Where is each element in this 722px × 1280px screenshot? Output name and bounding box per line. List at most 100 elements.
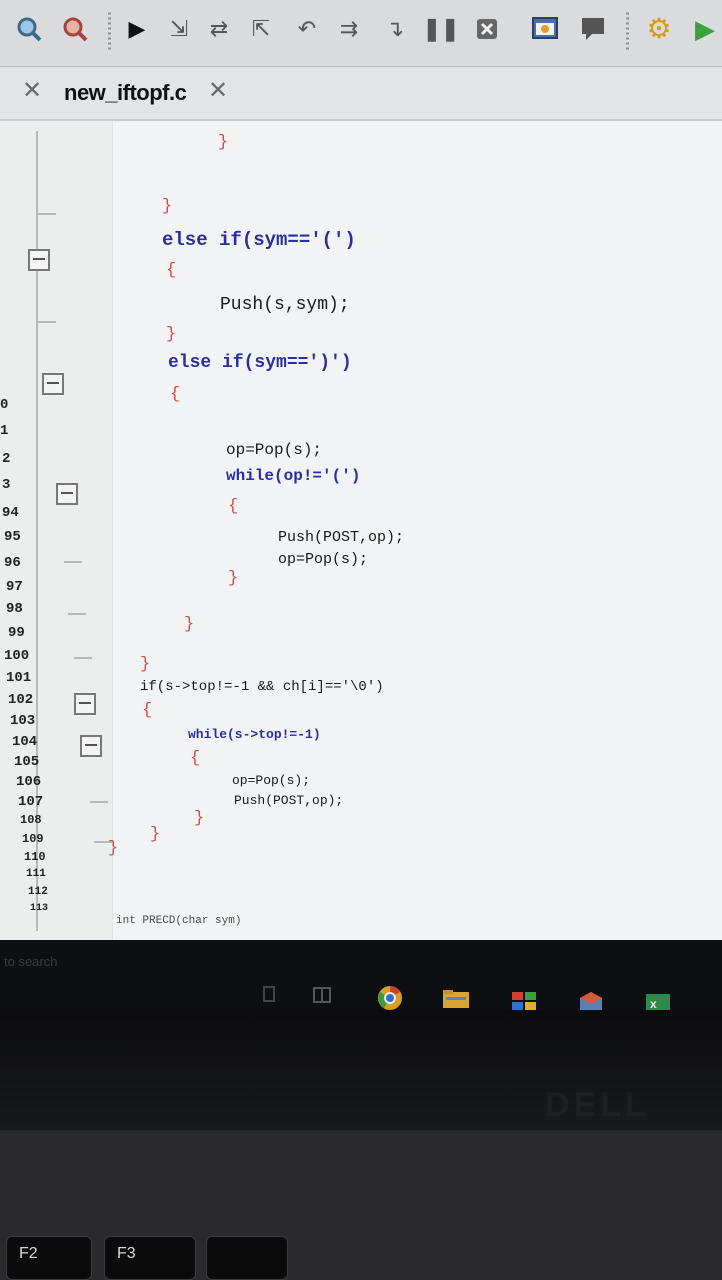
code-line[interactable]: } (108, 839, 118, 858)
svg-text:x: x (650, 997, 657, 1010)
line-number: 95 (4, 529, 21, 545)
task-view-icon[interactable] (258, 984, 284, 1006)
line-number: 107 (18, 794, 44, 810)
taskbar-search-input[interactable]: to search (4, 954, 57, 969)
step-out-icon[interactable]: ⇱ (246, 14, 276, 44)
store-icon[interactable] (510, 990, 536, 1010)
terminal-icon[interactable] (578, 14, 608, 44)
code-line[interactable]: { (166, 261, 176, 280)
code-line[interactable]: while(s->top!=-1) (188, 727, 321, 742)
folder-icon[interactable] (442, 988, 469, 1010)
code-line[interactable]: Push(POST,op); (234, 793, 343, 808)
f2-key[interactable]: F2 (6, 1236, 92, 1280)
line-number: 100 (4, 648, 30, 664)
line-number: 105 (14, 754, 40, 770)
code-line[interactable]: } (166, 325, 176, 344)
code-line[interactable]: op=Pop(s); (226, 441, 322, 459)
pause-icon[interactable]: ❚❚ (423, 14, 460, 44)
line-number: 2 (2, 451, 11, 467)
tab-close-icon[interactable]: ✕ (208, 79, 228, 103)
line-number: 98 (6, 601, 23, 617)
taskbar: to search x (0, 940, 722, 1010)
line-gutter: 0 1 2 3 94 95 96 97 98 99 100 101 102 10… (0, 121, 113, 941)
line-number: 99 (8, 625, 25, 641)
step-icon[interactable]: ↴ (380, 14, 410, 44)
run-icon[interactable]: ▶ (122, 14, 152, 44)
line-number: 106 (16, 774, 42, 790)
line-number: 110 (24, 850, 46, 864)
search-icon[interactable] (14, 14, 44, 44)
code-line[interactable]: Push(POST,op); (278, 529, 404, 546)
stop-icon[interactable] (472, 14, 502, 44)
code-line[interactable]: else if(sym=='(') (162, 229, 356, 251)
line-number: 112 (28, 886, 48, 898)
code-line[interactable]: op=Pop(s); (232, 773, 310, 788)
fold-tick (68, 613, 86, 615)
code-line[interactable]: } (150, 825, 160, 844)
breakpoint-icon[interactable] (530, 14, 560, 44)
line-number: 104 (12, 734, 38, 750)
code-line[interactable]: { (190, 749, 200, 768)
app-icon[interactable] (578, 990, 604, 1010)
fold-collapse-icon[interactable] (28, 249, 50, 271)
fold-collapse-icon[interactable] (42, 373, 64, 395)
code-line[interactable]: else if(sym==')') (168, 353, 352, 373)
fold-tick (38, 213, 56, 215)
line-number: 1 (0, 423, 9, 439)
line-number: 108 (20, 813, 42, 827)
line-number: 94 (2, 505, 19, 521)
code-line[interactable]: } (194, 809, 204, 828)
fold-collapse-icon[interactable] (74, 693, 96, 715)
debug-icon[interactable] (60, 14, 90, 44)
toolbar-grip-2[interactable] (622, 10, 632, 50)
code-line[interactable]: } (218, 133, 228, 152)
code-line[interactable]: { (142, 701, 152, 720)
step-over-icon[interactable]: ⇄ (204, 14, 234, 44)
line-number: 109 (22, 832, 44, 846)
editor-tab-bar: ✕ new_iftopf.c ✕ (0, 67, 722, 121)
toolbar-grip[interactable] (104, 10, 114, 50)
f4-key[interactable] (206, 1236, 288, 1280)
tab-title[interactable]: new_iftopf.c (64, 80, 187, 106)
monitor-screen: ▶ ⇲ ⇄ ⇱ ↶ ⇉ ↴ ❚❚ ⚙ ▶ ✕ new_iftopf.c ✕ 0 … (0, 0, 722, 1010)
line-number: 113 (30, 903, 49, 914)
line-number: 103 (10, 713, 36, 729)
file-manager-icon[interactable] (310, 984, 336, 1006)
code-line[interactable]: while(op!='(') (226, 467, 360, 485)
code-line[interactable]: { (170, 385, 180, 404)
line-number: 0 (0, 397, 9, 413)
fold-tick (90, 801, 108, 803)
f3-key[interactable]: F3 (104, 1236, 196, 1280)
fold-collapse-icon[interactable] (80, 735, 102, 757)
line-number: 111 (26, 868, 46, 880)
line-number: 101 (6, 670, 32, 686)
code-line[interactable]: int PRECD(char sym) (116, 915, 241, 927)
play-icon[interactable]: ▶ (690, 14, 720, 44)
code-line[interactable]: } (228, 569, 238, 588)
fold-collapse-icon[interactable] (56, 483, 78, 505)
code-line[interactable]: if(s->top!=-1 && ch[i]=='\0') (140, 679, 384, 695)
debug-toolbar: ▶ ⇲ ⇄ ⇱ ↶ ⇉ ↴ ❚❚ ⚙ ▶ (0, 0, 722, 67)
code-editor[interactable]: 0 1 2 3 94 95 96 97 98 99 100 101 102 10… (0, 121, 722, 941)
line-number: 96 (4, 555, 21, 571)
line-number: 97 (6, 579, 23, 595)
fold-tick (74, 657, 92, 659)
code-line[interactable]: } (184, 615, 194, 634)
close-icon[interactable]: ✕ (22, 79, 42, 103)
code-line[interactable]: Push(s,sym); (220, 295, 350, 315)
line-number: 102 (8, 692, 34, 708)
continue-icon[interactable]: ⇉ (334, 14, 364, 44)
settings-icon[interactable]: ⚙ (644, 14, 674, 44)
dell-logo: DELL (545, 1086, 650, 1124)
excel-icon[interactable]: x (644, 992, 670, 1010)
code-line[interactable]: } (140, 655, 150, 674)
code-line[interactable]: } (162, 197, 172, 216)
fold-tick (64, 561, 82, 563)
fold-tick (38, 321, 56, 323)
step-into-icon[interactable]: ⇲ (164, 14, 194, 44)
code-line[interactable]: { (228, 497, 238, 516)
line-number: 3 (2, 477, 11, 493)
run-to-cursor-icon[interactable]: ↶ (292, 14, 322, 44)
code-line[interactable]: op=Pop(s); (278, 551, 368, 568)
chrome-icon[interactable] (376, 984, 402, 1010)
